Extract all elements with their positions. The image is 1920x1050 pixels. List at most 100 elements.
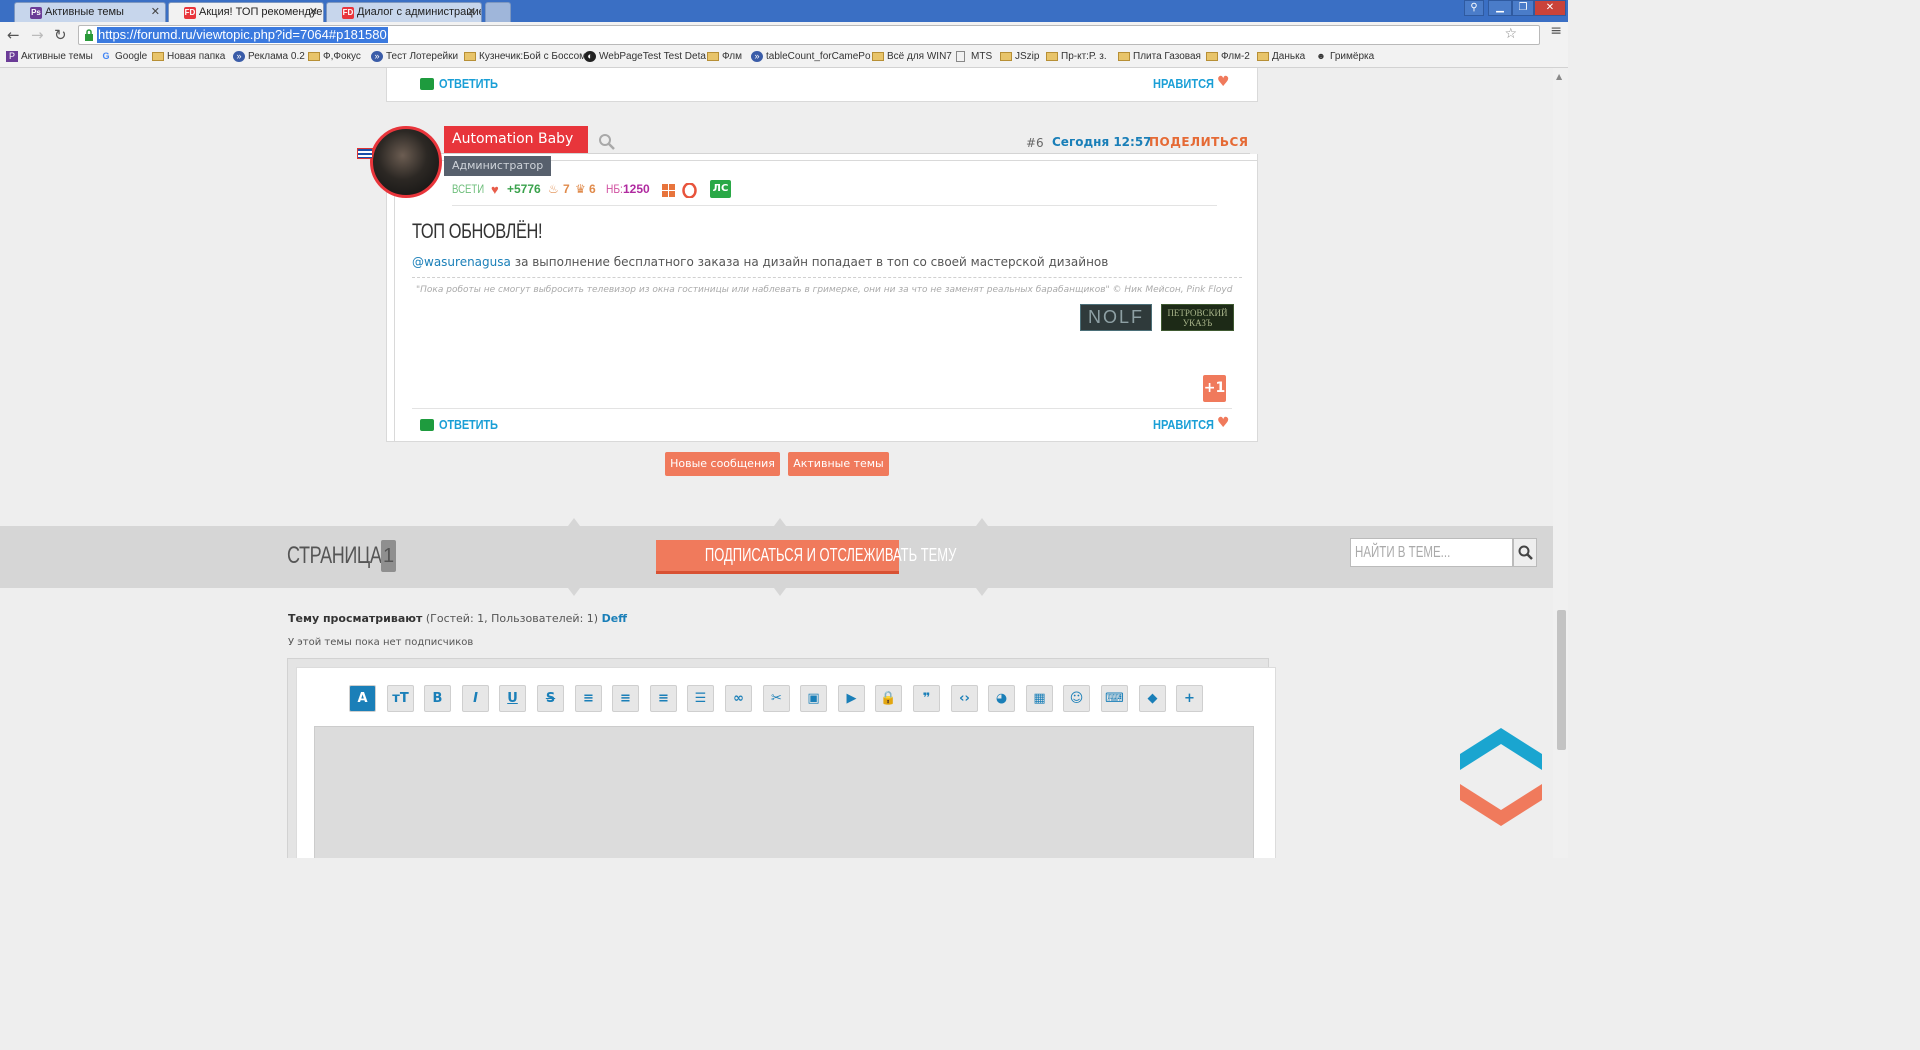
close-icon[interactable]: ✕ — [151, 5, 160, 18]
band-notch — [774, 588, 786, 596]
scrollbar-thumb[interactable] — [1557, 610, 1566, 750]
new-messages-button[interactable]: Новые сообщения — [665, 452, 780, 476]
subscribers-info: У этой темы пока нет подписчиков — [288, 637, 474, 648]
address-bar[interactable]: https://forumd.ru/viewtopic.php?id=7064#… — [78, 25, 1540, 45]
browser-tab-admin-dialog[interactable]: FD Диалог с администрацией ✕ — [326, 2, 482, 22]
bookmark-item[interactable]: Плита Газовая — [1118, 51, 1201, 62]
bookmark-item[interactable]: ☻ Гримёрка — [1315, 51, 1374, 62]
url-text[interactable]: https://forumd.ru/viewtopic.php?id=7064#… — [97, 27, 388, 43]
bookmark-item[interactable]: Флм — [707, 51, 742, 62]
align-left-icon[interactable]: ≡ — [575, 685, 602, 712]
scroll-down-icon[interactable] — [1460, 780, 1542, 826]
stat-label: ВСЕТИ — [452, 182, 485, 196]
bookmark-label: Данька — [1272, 51, 1306, 62]
table-icon[interactable]: ▦ — [1026, 685, 1053, 712]
font-icon[interactable]: A — [349, 685, 376, 712]
back-icon[interactable]: ← — [7, 26, 20, 44]
petrovsky-banner[interactable]: ПЕТРОВСКИЙ УКАЗЪ — [1161, 304, 1234, 331]
palette-icon[interactable]: ◕ — [988, 685, 1015, 712]
bookmark-item[interactable]: G Google — [100, 51, 147, 62]
close-window-button[interactable]: ✕ — [1534, 0, 1566, 16]
maximize-button[interactable]: ❐ — [1512, 0, 1534, 16]
browser-tab-promo[interactable]: FD Акция! ТОП рекомендуемых ✕ — [168, 2, 324, 22]
bookmark-item[interactable]: Кузнечик:Бой с Боссом — [464, 51, 586, 62]
subscribe-button[interactable]: ПОДПИСАТЬСЯ И ОТСЛЕЖИВАТЬ ТЕМУ — [656, 540, 956, 574]
star-icon[interactable]: ☆ — [1504, 26, 1517, 42]
share-button[interactable]: ПОДЕЛИТЬСЯ — [1149, 135, 1249, 149]
like-button[interactable]: НРАВИТСЯ — [1143, 76, 1214, 91]
heart-icon[interactable]: ♥ — [1217, 75, 1231, 89]
bookmark-item[interactable]: » Тест Лотерейки — [371, 51, 458, 62]
forward-icon[interactable]: → — [31, 26, 44, 44]
bookmark-item[interactable]: Данька — [1257, 51, 1305, 62]
code-icon[interactable]: ‹› — [951, 685, 978, 712]
underline-icon[interactable]: U — [499, 685, 526, 712]
bookmark-item[interactable]: » Реклама 0.2 — [233, 51, 305, 62]
bookmark-item[interactable]: Всё для WIN7 — [872, 51, 952, 62]
pm-button[interactable]: ЛС — [710, 180, 731, 198]
video-icon[interactable]: ▶ — [838, 685, 865, 712]
folder-icon — [1046, 52, 1058, 61]
avatar[interactable] — [370, 126, 442, 198]
eraser-icon[interactable]: ◆ — [1139, 685, 1166, 712]
menu-icon[interactable]: ≡ — [1550, 23, 1562, 39]
bookmark-label: Всё для WIN7 — [887, 51, 952, 62]
scroll-arrow-up-icon[interactable]: ▲ — [1556, 72, 1562, 81]
reply-button[interactable]: ОТВЕТИТЬ — [439, 76, 498, 91]
stat-trophy: 6 — [589, 182, 596, 196]
link-icon[interactable]: ∞ — [725, 685, 752, 712]
viewer-user-link[interactable]: Deff — [602, 612, 628, 625]
like-button[interactable]: НРАВИТСЯ — [1143, 417, 1214, 432]
keyboard-icon[interactable]: ⌨ — [1101, 685, 1128, 712]
strikethrough-icon[interactable]: S — [537, 685, 564, 712]
smile-icon[interactable]: ☺ — [1063, 685, 1090, 712]
user-mention[interactable]: @wasurenagusa — [412, 255, 511, 269]
cut-icon[interactable]: ✂ — [763, 685, 790, 712]
reply-textarea[interactable] — [314, 726, 1254, 858]
bookmark-item[interactable]: Новая папка — [152, 51, 225, 62]
bookmark-item[interactable]: JSzip — [1000, 51, 1039, 62]
bookmark-item[interactable]: Пр-кт:Р. з. — [1046, 51, 1107, 62]
search-icon[interactable] — [598, 133, 616, 151]
image-icon[interactable]: ▣ — [800, 685, 827, 712]
band-notch — [976, 588, 988, 596]
bookmark-item[interactable]: ◐ WebPageTest Test Deta — [584, 51, 706, 62]
close-icon[interactable]: ✕ — [467, 5, 476, 18]
heart-icon[interactable]: ♥ — [1217, 416, 1231, 430]
bold-icon[interactable]: B — [424, 685, 451, 712]
reload-icon[interactable]: ↻ — [54, 26, 67, 44]
post-number[interactable]: #6 — [1026, 136, 1044, 150]
quote-icon[interactable]: ❞ — [913, 685, 940, 712]
browser-tab-active-topics[interactable]: Ps Активные темы ✕ — [14, 2, 166, 22]
topic-search-input[interactable]: НАЙТИ В ТЕМЕ... — [1350, 538, 1513, 567]
stat-nb: 1250 — [623, 182, 650, 196]
active-topics-button[interactable]: Активные темы — [788, 452, 889, 476]
post-time[interactable]: Сегодня 12:57 — [1052, 135, 1152, 149]
new-tab-button[interactable] — [485, 2, 511, 22]
user-icon[interactable]: ⚲ — [1464, 0, 1484, 16]
font-size-icon[interactable]: тT — [387, 685, 414, 712]
align-center-icon[interactable]: ≡ — [612, 685, 639, 712]
list-icon[interactable]: ☰ — [687, 685, 714, 712]
align-right-icon[interactable]: ≡ — [650, 685, 677, 712]
bookmark-item[interactable]: Ф,Фокус — [308, 51, 361, 62]
bookmark-item[interactable]: Флм-2 — [1206, 51, 1250, 62]
bookmark-item[interactable]: MTS — [956, 51, 992, 62]
nolf-banner[interactable]: NOLF — [1080, 304, 1152, 331]
italic-icon[interactable]: I — [462, 685, 489, 712]
page-number-current[interactable]: 1 — [381, 540, 396, 572]
fd-icon: » — [371, 51, 383, 62]
folder-icon — [1206, 52, 1218, 61]
minimize-button[interactable]: ▁ — [1488, 0, 1512, 16]
close-icon[interactable]: ✕ — [309, 5, 318, 18]
bookmark-label: Реклама 0.2 — [248, 51, 305, 62]
post-author[interactable]: Automation Baby — [444, 126, 588, 153]
lock-icon[interactable]: 🔒 — [875, 685, 902, 712]
bookmark-item[interactable]: » tableCount_forCamePo — [751, 51, 871, 62]
scroll-up-icon[interactable] — [1460, 728, 1542, 774]
plus-one-button[interactable]: +1 — [1203, 375, 1226, 402]
bookmark-item[interactable]: P Активные темы — [6, 51, 93, 62]
topic-search-button[interactable] — [1513, 538, 1537, 567]
more-icon[interactable]: + — [1176, 685, 1203, 712]
reply-button[interactable]: ОТВЕТИТЬ — [439, 417, 498, 432]
